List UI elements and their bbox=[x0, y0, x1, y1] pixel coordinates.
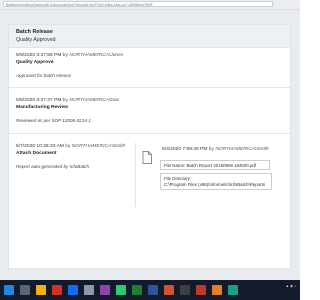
history-entry: 5/8/2020 3:27:47 PM by NORTHAMERICA\Doe … bbox=[16, 98, 119, 123]
terminal-icon[interactable] bbox=[180, 285, 190, 295]
entry-by: by bbox=[62, 53, 68, 58]
batch-release-card: Batch Release Quality Approved 5/9/2020 … bbox=[8, 24, 291, 269]
document-icon[interactable] bbox=[142, 151, 152, 164]
entry-user: NORTHAMERICA\Doe bbox=[69, 98, 120, 103]
history-entry: 5/7/2020 10:25:33 AM by NORTHAMERICA\Smi… bbox=[16, 144, 125, 169]
entry-user: NORTHAMERICA\Smith bbox=[71, 144, 126, 149]
card-header: Batch Release Quality Approved bbox=[9, 25, 290, 48]
entry-meta: 5/8/2020 3:27:47 PM by NORTHAMERICA\Doe bbox=[16, 98, 119, 103]
word-icon[interactable] bbox=[148, 285, 158, 295]
attachment-timestamp: 5/4/2020 7:59:49 PM bbox=[162, 147, 208, 152]
file-name-value: Batch Report 20190908.184500.pdf bbox=[186, 163, 257, 168]
search-taskbar-icon[interactable] bbox=[20, 285, 30, 295]
browser-toolbar: BigBatchWorkflowSystem/BLS/ApprovalView?… bbox=[0, 0, 300, 10]
store-icon[interactable] bbox=[116, 285, 126, 295]
start-icon[interactable] bbox=[4, 285, 14, 295]
status-text: Quality Approved bbox=[16, 37, 56, 43]
entry-timestamp: 5/8/2020 3:27:47 PM bbox=[16, 98, 62, 103]
app-icon-2[interactable] bbox=[212, 285, 222, 295]
entry-by: by bbox=[65, 144, 71, 149]
attachment-meta: 5/4/2020 7:59:49 PM by NORTHAMERICA\Smit… bbox=[162, 147, 269, 152]
page-content: Batch Release Quality Approved 5/9/2020 … bbox=[0, 10, 300, 280]
app-icon[interactable] bbox=[196, 285, 206, 295]
attachment-user: NORTHAMERICA\Smith bbox=[215, 147, 269, 152]
attachment-by: by bbox=[208, 147, 214, 152]
chrome-icon[interactable] bbox=[52, 285, 62, 295]
settings-icon[interactable] bbox=[84, 285, 94, 295]
excel-icon[interactable] bbox=[132, 285, 142, 295]
divider bbox=[9, 133, 290, 134]
entry-user: NORTHAMERICA\Jones bbox=[69, 53, 124, 58]
file-directory-field[interactable]: File Directory: C:\Program Files (x86)\I… bbox=[160, 173, 272, 190]
entry-by: by bbox=[62, 98, 68, 103]
entry-timestamp: 5/7/2020 10:25:33 AM bbox=[16, 144, 64, 149]
attachment-panel: 5/4/2020 7:59:49 PM by NORTHAMERICA\Smit… bbox=[135, 143, 286, 207]
mail-icon[interactable] bbox=[68, 285, 78, 295]
divider bbox=[9, 87, 290, 88]
entry-meta: 5/7/2020 10:25:33 AM by NORTHAMERICA\Smi… bbox=[16, 144, 125, 149]
entry-note: Report auto-generated by InfoBatch bbox=[16, 164, 90, 169]
powerpoint-icon[interactable] bbox=[164, 285, 174, 295]
system-tray[interactable]: ▲ ◉ ♪ bbox=[286, 284, 297, 289]
entry-timestamp: 5/9/2020 3:27:55 PM bbox=[16, 53, 62, 58]
entry-action: Attach Document bbox=[16, 151, 57, 156]
entry-note: Approved for batch release bbox=[16, 73, 72, 78]
file-name-field[interactable]: File Name: Batch Report 20190908.184500.… bbox=[160, 160, 270, 170]
page-title: Batch Release bbox=[16, 29, 53, 35]
file-explorer-icon[interactable] bbox=[36, 285, 46, 295]
visual-studio-icon[interactable] bbox=[100, 285, 110, 295]
app-icon-3[interactable] bbox=[228, 285, 238, 295]
entry-action: Manufacturing Review bbox=[16, 105, 68, 110]
file-name-label: File Name: bbox=[164, 163, 186, 168]
entry-meta: 5/9/2020 3:27:55 PM by NORTHAMERICA\Jone… bbox=[16, 53, 123, 58]
entry-action: Quality Approve bbox=[16, 60, 54, 65]
address-bar[interactable]: BigBatchWorkflowSystem/BLS/ApprovalView?… bbox=[3, 1, 273, 7]
history-entry: 5/9/2020 3:27:55 PM by NORTHAMERICA\Jone… bbox=[16, 53, 123, 78]
taskbar: ▲ ◉ ♪ bbox=[0, 280, 300, 300]
entry-note: Reviewed as per SOP 12006-0214-1 bbox=[16, 118, 91, 123]
file-directory-value: C:\Program Files (x86)\Informetic\InfoBa… bbox=[164, 182, 266, 187]
